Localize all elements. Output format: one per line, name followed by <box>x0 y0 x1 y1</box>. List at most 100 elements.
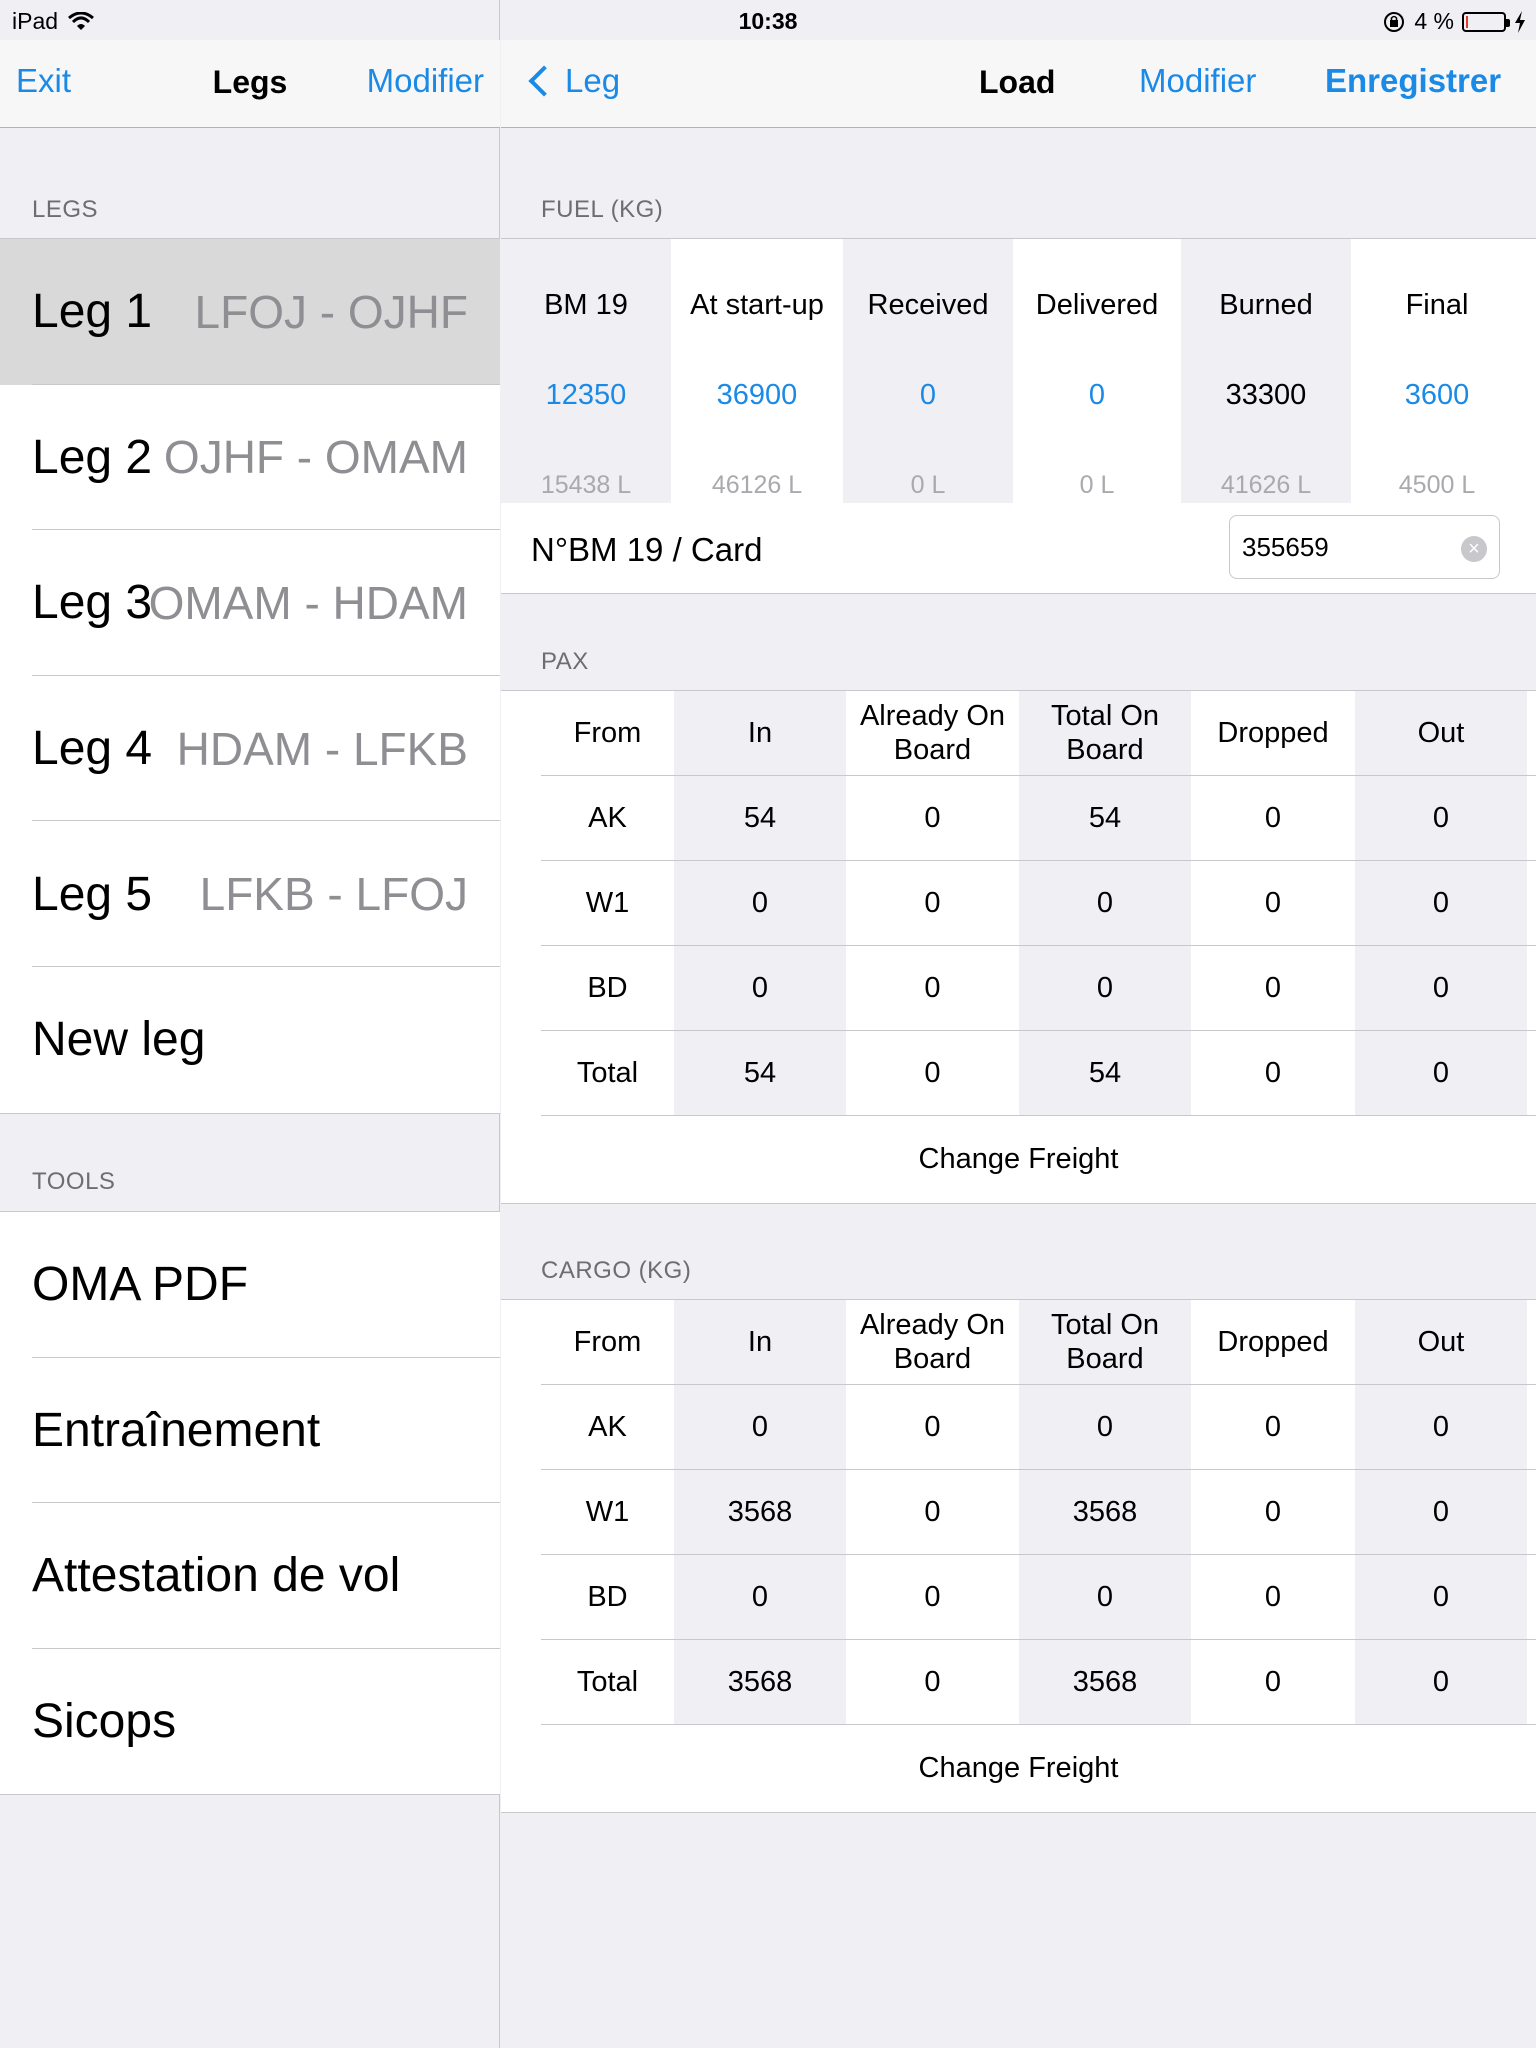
pax-block: From In Already On Board Total On Board … <box>501 690 1536 1204</box>
tool-sicops[interactable]: Sicops <box>0 1649 500 1795</box>
fuel-delivered[interactable]: Delivered 0 0 L <box>1013 239 1181 503</box>
pax-dropped-cell[interactable]: 0 <box>1191 946 1355 1030</box>
pax-total-cell: 0 <box>1019 946 1191 1030</box>
fuel-value[interactable]: 3600 <box>1351 379 1523 412</box>
column-edge <box>1527 1300 1536 1384</box>
clock: 10:38 <box>738 8 798 34</box>
fuel-liters: 46126 L <box>711 471 803 499</box>
pax-dropped-cell[interactable]: 0 <box>1191 776 1355 860</box>
save-button[interactable]: Enregistrer <box>1325 62 1501 100</box>
fuel-label: Delivered <box>1035 289 1159 321</box>
row-label: BD <box>587 972 628 1004</box>
cargo-already-cell: 0 <box>924 1581 941 1613</box>
load-nav-bar: Leg Load Modifier Enregistrer <box>501 40 1536 128</box>
pax-already-cell: 0 <box>924 887 941 919</box>
clear-icon[interactable]: × <box>1461 536 1487 562</box>
cargo-in-cell[interactable]: 0 <box>674 1385 846 1469</box>
card-number-field[interactable]: 355659 × <box>1229 515 1500 579</box>
pax-already-total: 0 <box>924 1057 941 1089</box>
column-header: From <box>573 717 642 749</box>
column-edge <box>1527 1031 1536 1115</box>
column-edge <box>1527 691 1536 775</box>
tools-section-header: TOOLS <box>32 1168 116 1195</box>
battery-percent: 4 % <box>1414 8 1454 34</box>
pax-out-cell: 0 <box>1355 946 1527 1030</box>
leg-row[interactable]: Leg 3 OMAM - HDAM <box>0 530 500 676</box>
tool-label: OMA PDF <box>32 1258 249 1312</box>
leg-row[interactable]: Leg 2 OJHF - OMAM <box>0 385 500 531</box>
pax-in-cell[interactable]: 54 <box>674 776 846 860</box>
leg-row[interactable]: Leg 1 LFOJ - OJHF <box>0 239 500 385</box>
table-total-row: Total 54 0 54 0 0 <box>541 1031 1536 1116</box>
cargo-in-cell[interactable]: 3568 <box>674 1470 846 1554</box>
pax-already-cell: 0 <box>924 802 941 834</box>
fuel-final[interactable]: Final 3600 4500 L <box>1351 239 1523 503</box>
wifi-icon <box>68 11 95 30</box>
back-button[interactable]: Leg <box>525 62 620 100</box>
tool-flight-certificate[interactable]: Attestation de vol <box>0 1503 500 1649</box>
status-left: iPad <box>12 8 95 35</box>
cargo-dropped-total: 0 <box>1264 1666 1282 1698</box>
card-label: N°BM 19 / Card <box>531 531 763 568</box>
table-row: BD 0 0 0 0 0 <box>541 946 1536 1031</box>
cargo-total-cell: 0 <box>1019 1385 1191 1469</box>
cargo-already-cell: 0 <box>924 1496 941 1528</box>
cargo-dropped-cell[interactable]: 0 <box>1191 1385 1355 1469</box>
new-leg-row[interactable]: New leg <box>0 967 500 1113</box>
cargo-total-total: 3568 <box>1019 1640 1191 1724</box>
cargo-in-cell[interactable]: 0 <box>674 1555 846 1639</box>
column-header: Already On Board <box>859 700 1006 766</box>
leg-row[interactable]: Leg 4 HDAM - LFKB <box>0 676 500 822</box>
fuel-label: Received <box>867 289 989 321</box>
table-row: AK 0 0 0 0 0 <box>541 1385 1536 1470</box>
leg-route: LFKB - LFOJ <box>199 868 468 921</box>
modify-load-button[interactable]: Modifier <box>1139 62 1256 100</box>
pax-total-cell: 0 <box>1019 861 1191 945</box>
fuel-value[interactable]: 0 <box>843 379 1013 412</box>
cargo-already-total: 0 <box>924 1666 941 1698</box>
cargo-block: From In Already On Board Total On Board … <box>501 1299 1536 1813</box>
fuel-liters: 15438 L <box>540 471 632 499</box>
fuel-bm19[interactable]: BM 19 12350 15438 L <box>501 239 671 503</box>
tool-oma-pdf[interactable]: OMA PDF <box>0 1212 500 1358</box>
fuel-received[interactable]: Received 0 0 L <box>843 239 1013 503</box>
fuel-liters: 4500 L <box>1398 471 1476 499</box>
tools-list: OMA PDF Entraînement Attestation de vol … <box>0 1211 500 1796</box>
status-right: 4 % <box>1382 8 1526 35</box>
row-label: W1 <box>585 887 630 919</box>
cargo-out-cell: 0 <box>1355 1385 1527 1469</box>
legs-list: Leg 1 LFOJ - OJHF Leg 2 OJHF - OMAM Leg … <box>0 238 500 1114</box>
rotation-lock-icon <box>1384 11 1405 32</box>
pax-dropped-cell[interactable]: 0 <box>1191 861 1355 945</box>
pax-table: From In Already On Board Total On Board … <box>541 691 1536 1116</box>
column-edge <box>1527 1555 1536 1639</box>
battery-icon <box>1462 11 1510 32</box>
modify-legs-button[interactable]: Modifier <box>367 62 484 100</box>
leg-name: Leg 1 <box>32 285 153 339</box>
back-label: Leg <box>565 62 621 99</box>
leg-row[interactable]: Leg 5 LFKB - LFOJ <box>0 821 500 967</box>
column-edge <box>1527 946 1536 1030</box>
row-label: Total <box>576 1057 639 1089</box>
fuel-value[interactable]: 12350 <box>501 379 671 412</box>
cargo-dropped-cell[interactable]: 0 <box>1191 1555 1355 1639</box>
cargo-change-freight-button[interactable]: Change Freight <box>501 1752 1536 1785</box>
fuel-section-header: FUEL (KG) <box>541 196 664 223</box>
pax-change-freight-button[interactable]: Change Freight <box>501 1143 1536 1176</box>
leg-route: LFOJ - OJHF <box>194 285 468 338</box>
card-row: N°BM 19 / Card 355659 × <box>501 503 1536 593</box>
column-header: In <box>674 1300 846 1384</box>
leg-route: OJHF - OMAM <box>163 431 468 484</box>
pax-in-cell[interactable]: 0 <box>674 946 846 1030</box>
leg-route: HDAM - LFKB <box>176 722 468 775</box>
column-edge <box>1527 1385 1536 1469</box>
pax-in-cell[interactable]: 0 <box>674 861 846 945</box>
fuel-value[interactable]: 0 <box>1013 379 1181 412</box>
tool-training[interactable]: Entraînement <box>0 1358 500 1504</box>
fuel-label: Final <box>1405 289 1469 321</box>
cargo-dropped-cell[interactable]: 0 <box>1191 1470 1355 1554</box>
fuel-value[interactable]: 36900 <box>671 379 843 412</box>
cargo-out-cell: 0 <box>1355 1555 1527 1639</box>
chevron-left-icon <box>528 65 560 97</box>
fuel-at-startup[interactable]: At start-up 36900 46126 L <box>671 239 843 503</box>
